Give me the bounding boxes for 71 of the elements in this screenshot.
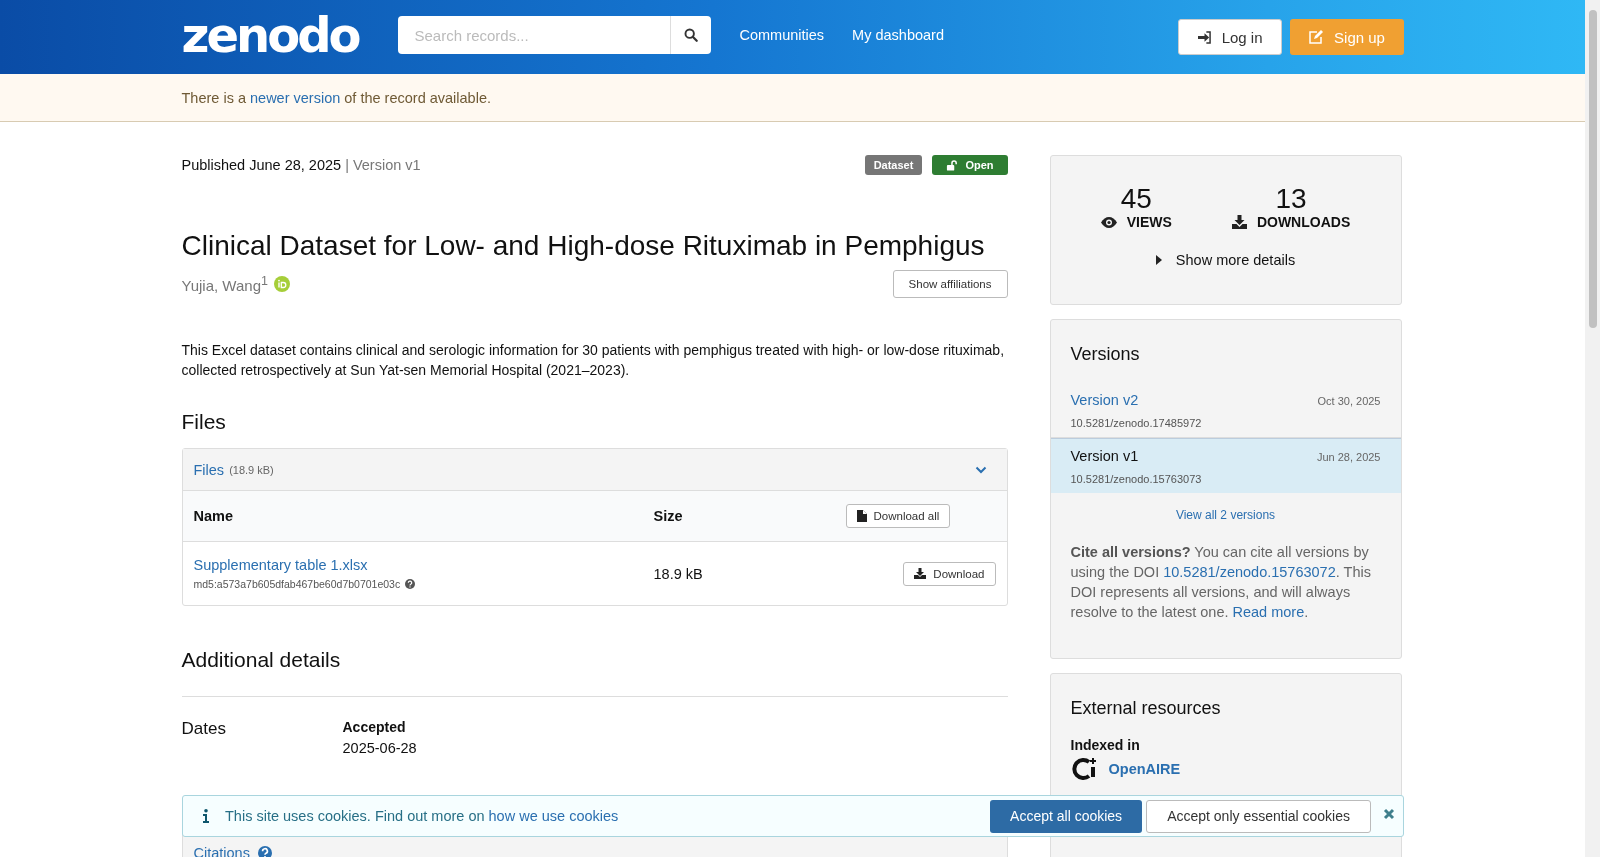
files-panel-title: Files <box>193 461 225 478</box>
show-more-details-toggle[interactable]: Show more details <box>1050 252 1401 268</box>
stat-label: VIEWS <box>1126 214 1172 230</box>
caret-icon <box>1155 255 1162 265</box>
cookie-policy-link[interactable]: how we use cookies <box>488 808 619 824</box>
author-name[interactable]: Yujia, Wang$^{1}$ <box>181 274 268 294</box>
search-icon <box>684 28 699 42</box>
search-field[interactable]: Search records... <box>398 16 671 54</box>
openaire-link[interactable]: OpenAIRE <box>1108 761 1181 777</box>
info-icon <box>203 809 209 823</box>
version-label: Version v1 <box>1070 448 1139 464</box>
sign-in-icon <box>1196 30 1212 44</box>
column-header: Name <box>182 491 643 542</box>
record-title: Clinical Dataset for Low- and High-dose Rituximab in Pemphigus <box>181 230 986 262</box>
files-size: (18.9 kB) <box>229 463 274 476</box>
stat-label: DOWNLOADS <box>1256 214 1351 230</box>
date-value: 2025-06-28 <box>342 740 417 756</box>
description: This Excel dataset contains clinical and serologic information for 30 patients with pemphigus treated with high- or low-dose rituximab, collected retrospectively at Sun Yat-sen Memorial Hospital (2021–2023). <box>181 341 1006 380</box>
date-type: Accepted <box>342 719 407 735</box>
newer-version-link[interactable]: newer version <box>250 89 341 106</box>
help-icon[interactable] <box>257 846 272 857</box>
download-icon <box>1231 215 1247 229</box>
close-icon[interactable] <box>1383 808 1395 820</box>
dates-label: Dates <box>181 719 227 740</box>
file-size: 18.9 kB <box>642 541 835 605</box>
files-heading: Files <box>181 410 227 434</box>
version-date: Jun 28, 2025 <box>1316 451 1381 463</box>
version-doi: 10.5281/zenodo.17485972 <box>1070 417 1203 429</box>
logo[interactable]: zenodo <box>181 5 365 65</box>
scrollbar-thumb[interactable] <box>1589 10 1597 328</box>
version-doi: 10.5281/zenodo.15763073 <box>1070 473 1203 485</box>
version-date: Oct 30, 2025 <box>1317 395 1381 407</box>
help-icon[interactable] <box>405 579 416 589</box>
download-all-button[interactable]: Download all <box>845 504 951 528</box>
search-button[interactable] <box>670 16 712 54</box>
versions-heading: Versions <box>1069 343 1141 366</box>
cite-all-versions-text: Cite all versions? You can cite all versions by using the DOI 10.5281/zenodo.15763072. This DOI represents all versions, and will always resolve to the latest one. Read more. <box>1069 543 1372 622</box>
download-icon <box>914 568 927 579</box>
cookie-text: This site uses cookies. Find out more on how we use cookies <box>225 808 619 824</box>
doi-link[interactable]: 10.5281/zenodo.15763072 <box>1163 564 1336 580</box>
read-more-link[interactable]: Read more <box>1232 604 1305 620</box>
view-all-versions-link[interactable]: View all 2 versions <box>1050 508 1401 522</box>
file-icon <box>856 510 867 522</box>
scrollbar[interactable] <box>1585 0 1600 857</box>
unlock-icon <box>946 159 958 171</box>
nav-link[interactable]: My dashboard <box>852 27 944 43</box>
additional-details-heading: Additional details <box>181 648 1008 697</box>
published-date: Published June 28, 2025 <box>181 157 342 173</box>
checksum: md5:a573a7b605dfab467be60d7b0701e03c <box>193 578 401 590</box>
stat-value: 45 <box>1120 184 1152 214</box>
accept-essential-cookies-button[interactable]: Accept only essential cookies <box>1146 799 1371 833</box>
indexed-in-label: Indexed in <box>1069 737 1141 753</box>
notice-text: There is a newer version of the record available. <box>181 89 491 106</box>
version-item[interactable]: Version v1 Jun 28, 2025 10.5281/zenodo.15763073 <box>1050 438 1401 493</box>
badge: Dataset <box>864 155 923 175</box>
external-resources-heading: External resources <box>1069 697 1222 720</box>
download-button[interactable]: Download <box>903 561 996 586</box>
file-link[interactable]: Supplementary table 1.xlsx <box>193 557 368 573</box>
version-text: | Version v1 <box>345 157 421 173</box>
version-label: Version v2 <box>1070 392 1139 408</box>
accept-all-cookies-button[interactable]: Accept all cookies <box>990 799 1143 833</box>
nav-link[interactable]: Communities <box>739 27 825 43</box>
openaire-logo-icon <box>1070 757 1099 781</box>
files-accordion-header[interactable]: Files (18.9 kB) <box>182 449 1007 491</box>
login-button[interactable]: Log in <box>1177 19 1282 55</box>
badge: Open <box>932 155 1008 175</box>
column-header: Size <box>642 491 835 542</box>
eye-icon <box>1100 216 1117 228</box>
edit-icon <box>1308 30 1325 44</box>
show-affiliations-button[interactable]: Show affiliations <box>892 270 1008 298</box>
stat-value: 13 <box>1275 184 1307 214</box>
